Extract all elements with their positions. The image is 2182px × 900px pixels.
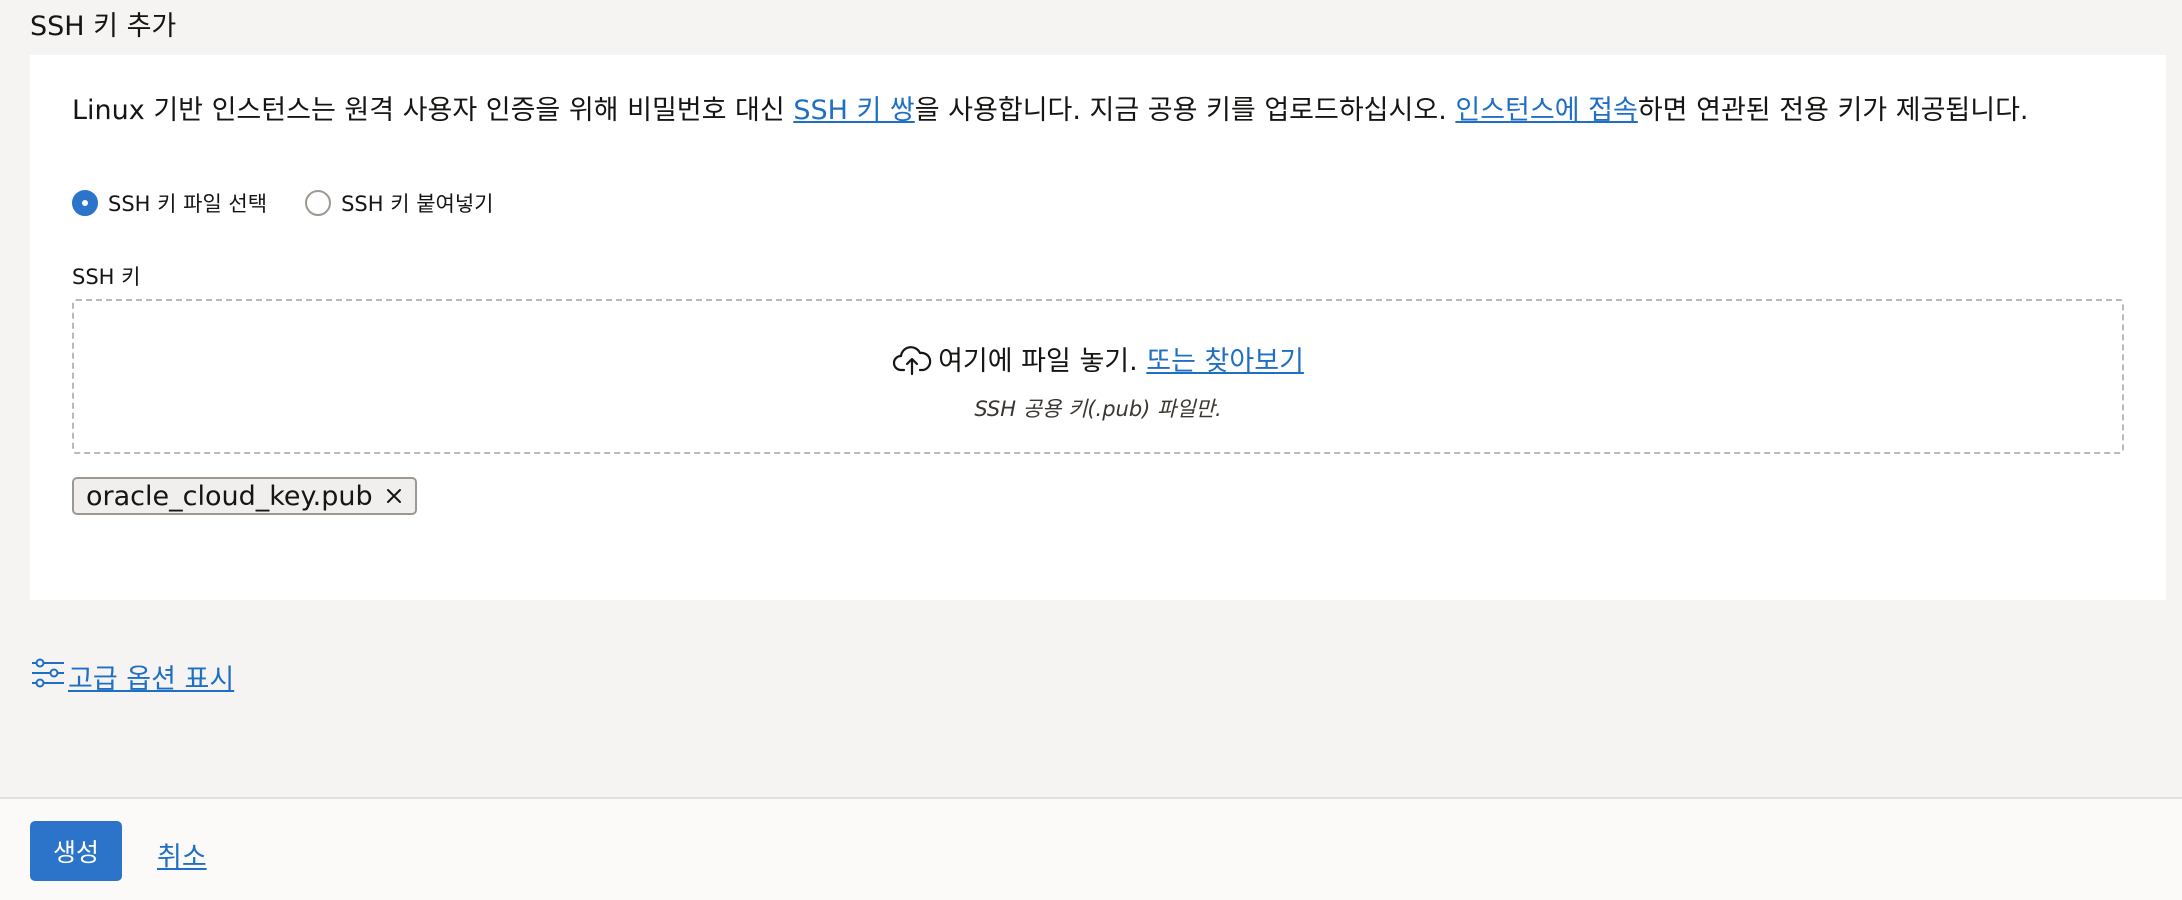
- ssh-keypair-link[interactable]: SSH 키 쌍: [793, 95, 914, 126]
- radio-paste-key[interactable]: SSH 키 붙여넣기: [305, 188, 493, 218]
- radio-choose-file-label: SSH 키 파일 선택: [108, 192, 268, 216]
- show-advanced-options-link[interactable]: 고급 옵션 표시: [30, 655, 234, 698]
- dropzone-text: 여기에 파일 놓기.: [938, 346, 1147, 377]
- create-button[interactable]: 생성: [30, 821, 122, 881]
- ssh-key-label: SSH 키: [72, 265, 141, 289]
- cancel-link[interactable]: 취소: [157, 835, 207, 874]
- show-advanced-options-label[interactable]: 고급 옵션 표시: [68, 657, 234, 696]
- radio-checked-icon[interactable]: [72, 190, 98, 216]
- cloud-upload-icon: [892, 344, 932, 383]
- ssh-key-source-radio-group: SSH 키 파일 선택 SSH 키 붙여넣기: [72, 188, 531, 218]
- radio-choose-file[interactable]: SSH 키 파일 선택: [72, 188, 267, 218]
- dropzone-text-line: 여기에 파일 놓기. 또는 찾아보기: [74, 339, 2122, 383]
- remove-file-icon[interactable]: [385, 481, 403, 512]
- file-dropzone[interactable]: 여기에 파일 놓기. 또는 찾아보기 SSH 공용 키(.pub) 파일만.: [72, 299, 2124, 454]
- dropzone-hint: SSH 공용 키(.pub) 파일만.: [974, 397, 1222, 421]
- ssh-description: Linux 기반 인스턴스는 원격 사용자 인증을 위해 비밀번호 대신 SSH…: [72, 93, 2029, 129]
- description-text-3: 하면 연관된 전용 키가 제공됩니다.: [1637, 95, 2029, 126]
- radio-paste-key-label: SSH 키 붙여넣기: [341, 192, 494, 216]
- sliders-icon: [30, 655, 68, 698]
- description-text-2: 을 사용합니다. 지금 공용 키를 업로드하십시오.: [914, 95, 1456, 126]
- radio-unchecked-icon[interactable]: [305, 190, 332, 216]
- ssh-key-card: Linux 기반 인스턴스는 원격 사용자 인증을 위해 비밀번호 대신 SSH…: [30, 55, 2166, 600]
- description-text-1: Linux 기반 인스턴스는 원격 사용자 인증을 위해 비밀번호 대신: [72, 95, 794, 126]
- connect-instance-link[interactable]: 인스턴스에 접속: [1455, 95, 1637, 126]
- uploaded-file-name: oracle_cloud_key.pub: [86, 480, 373, 512]
- uploaded-file-chip: oracle_cloud_key.pub: [72, 477, 417, 515]
- footer-bar: 생성 취소: [0, 797, 2182, 900]
- section-title: SSH 키 추가: [30, 11, 177, 42]
- browse-link[interactable]: 또는 찾아보기: [1146, 346, 1304, 377]
